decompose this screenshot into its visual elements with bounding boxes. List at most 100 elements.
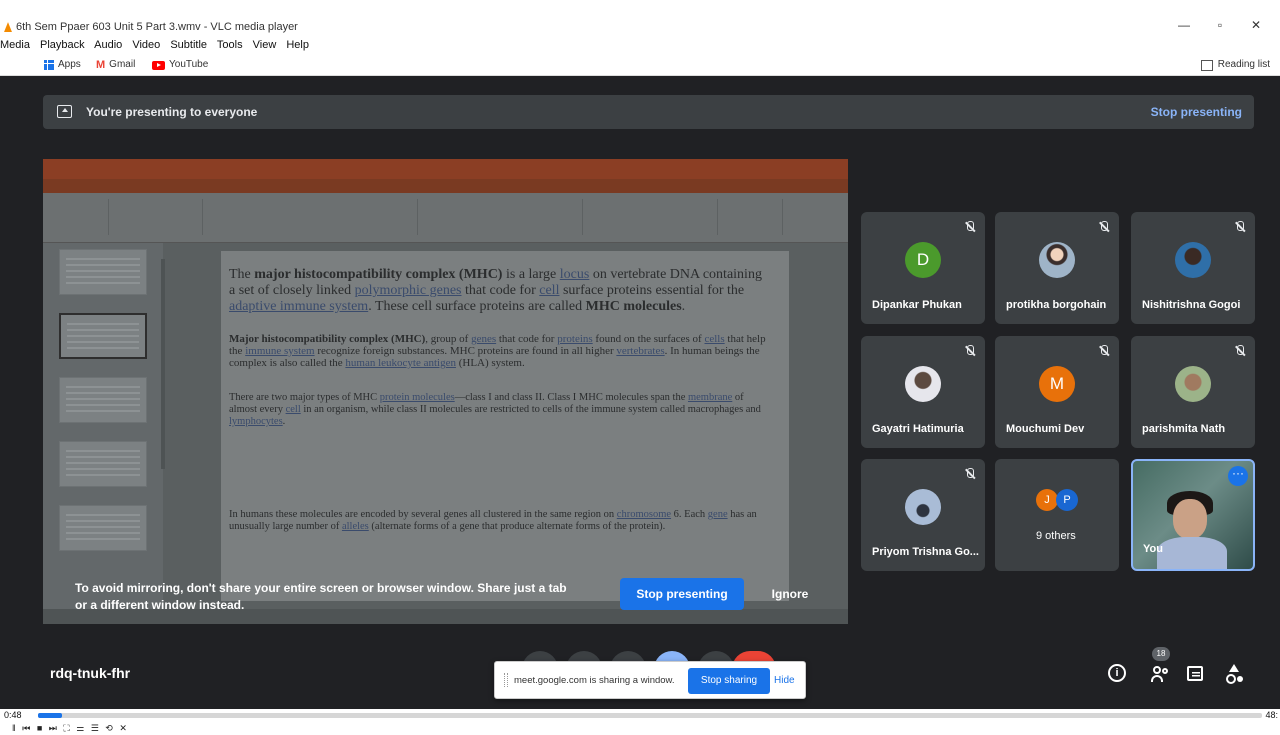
others-tile[interactable]: J P 9 others: [995, 459, 1119, 571]
elapsed-time: 0:48: [4, 710, 22, 720]
seek-bar[interactable]: [38, 713, 1262, 718]
people-count-badge: 18: [1152, 647, 1170, 661]
slide-thumbnail-selected: [59, 313, 147, 359]
info-icon[interactable]: i: [1108, 664, 1126, 682]
participant-tile[interactable]: M Mouchumi Dev: [995, 336, 1119, 448]
vlc-title-bar: 6th Sem Ppaer 603 Unit 5 Part 3.wmv - VL…: [0, 18, 1280, 36]
menu-video[interactable]: Video: [132, 39, 160, 51]
vlc-menu-bar: Media Playback Audio Video Subtitle Tool…: [0, 36, 1280, 54]
avatar: [1039, 242, 1075, 278]
avatar: P: [1056, 489, 1078, 511]
ppt-ribbon: [43, 193, 848, 243]
participant-tile[interactable]: protikha borgohain: [995, 212, 1119, 324]
close-button[interactable]: ✕: [1238, 18, 1274, 32]
menu-tools[interactable]: Tools: [217, 39, 243, 51]
self-label: You: [1143, 543, 1163, 555]
mic-off-icon: [1098, 221, 1109, 233]
mic-off-icon: [964, 468, 975, 480]
warning-stop-presenting-button[interactable]: Stop presenting: [620, 578, 744, 610]
slide-thumbnail: [59, 441, 147, 487]
window-title: 6th Sem Ppaer 603 Unit 5 Part 3.wmv - VL…: [16, 21, 298, 33]
vlc-controls[interactable]: ‖ ⏮ ■ ⏭ ⛶ ⚌ ☰ ⟲ ✕: [0, 722, 1280, 735]
menu-view[interactable]: View: [253, 39, 277, 51]
mic-off-icon: [1234, 345, 1245, 357]
mirroring-warning: To avoid mirroring, don't share your ent…: [75, 580, 567, 614]
bookmark-youtube-label: YouTube: [169, 59, 209, 70]
avatar: [1175, 366, 1211, 402]
activities-icon[interactable]: [1225, 664, 1243, 684]
warning-ignore-button[interactable]: Ignore: [760, 578, 820, 610]
ppt-scrollbar: [161, 259, 165, 469]
slide-thumbnail: [59, 249, 147, 295]
slide-thumbnail: [59, 377, 147, 423]
vlc-seek-row: 0:48 48:: [0, 709, 1280, 722]
youtube-icon: [152, 60, 165, 70]
more-options-icon[interactable]: ···: [1228, 466, 1248, 486]
reading-list-button[interactable]: Reading list: [1200, 54, 1270, 76]
menu-audio[interactable]: Audio: [94, 39, 122, 51]
slide-paragraph-1: The major histocompatibility complex (MH…: [229, 267, 762, 314]
participant-name: Mouchumi Dev: [1006, 423, 1085, 435]
chat-icon[interactable]: [1187, 666, 1203, 681]
self-video-tile[interactable]: ··· You: [1131, 459, 1255, 571]
total-time: 48:: [1265, 710, 1278, 720]
meet-area: You're presenting to everyone Stop prese…: [0, 77, 1280, 709]
hide-button[interactable]: Hide: [774, 662, 795, 700]
avatar: D: [905, 242, 941, 278]
bookmark-gmail[interactable]: M Gmail: [96, 54, 135, 76]
participant-name: parishmita Nath: [1142, 423, 1226, 435]
participant-name: Nishitrishna Gogoi: [1142, 299, 1241, 311]
participant-tile[interactable]: parishmita Nath: [1131, 336, 1255, 448]
people-icon[interactable]: [1151, 664, 1169, 682]
slide-paragraph-3: There are two major types of MHC protein…: [229, 392, 761, 427]
others-label: 9 others: [1036, 530, 1076, 542]
reading-list-icon: [1200, 59, 1213, 71]
shared-screen: The major histocompatibility complex (MH…: [43, 159, 848, 624]
presenting-text: You're presenting to everyone: [86, 105, 258, 119]
participant-tile[interactable]: Gayatri Hatimuria: [861, 336, 985, 448]
present-screen-icon: [57, 105, 72, 118]
avatar: M: [1039, 366, 1075, 402]
participant-tile[interactable]: Priyom Trishna Go...: [861, 459, 985, 571]
apps-grid-icon: [44, 60, 54, 70]
participant-tile[interactable]: Nishitrishna Gogoi: [1131, 212, 1255, 324]
avatar: [1175, 242, 1211, 278]
participant-name: Dipankar Phukan: [872, 299, 962, 311]
top-margin: [0, 0, 1280, 18]
sharing-indicator-bar: meet.google.com is sharing a window. Sto…: [494, 661, 806, 699]
presenting-banner: You're presenting to everyone Stop prese…: [43, 95, 1254, 129]
participant-tile[interactable]: D Dipankar Phukan: [861, 212, 985, 324]
menu-media[interactable]: Media: [0, 39, 30, 51]
bookmark-youtube[interactable]: YouTube: [152, 54, 208, 76]
participant-name: Gayatri Hatimuria: [872, 423, 964, 435]
mic-off-icon: [1098, 345, 1109, 357]
sharing-message: meet.google.com is sharing a window.: [514, 675, 675, 686]
drag-handle[interactable]: [504, 673, 508, 687]
slide-paragraph-4: In humans these molecules are encoded by…: [229, 509, 757, 532]
screen: 6th Sem Ppaer 603 Unit 5 Part 3.wmv - VL…: [0, 0, 1280, 735]
seek-progress: [38, 713, 63, 718]
menu-subtitle[interactable]: Subtitle: [170, 39, 207, 51]
bookmark-apps-label: Apps: [58, 59, 81, 70]
ppt-title-bar: [43, 159, 848, 179]
ppt-ribbon-tabs: [43, 179, 848, 193]
ppt-thumbnail-pane: [43, 243, 163, 624]
mic-off-icon: [964, 345, 975, 357]
avatar: [905, 366, 941, 402]
stop-presenting-link[interactable]: Stop presenting: [1151, 95, 1242, 129]
mic-off-icon: [1234, 221, 1245, 233]
avatar: J: [1036, 489, 1058, 511]
slide-paragraph-2: Major histocompatibility complex (MHC), …: [229, 333, 766, 369]
window-controls: — ▫ ✕: [1166, 18, 1274, 36]
meeting-code: rdq-tnuk-fhr: [50, 665, 131, 681]
minimize-button[interactable]: —: [1166, 18, 1202, 32]
slide-thumbnail: [59, 505, 147, 551]
maximize-button[interactable]: ▫: [1202, 18, 1238, 32]
bookmark-apps[interactable]: Apps: [44, 54, 81, 76]
stop-sharing-button[interactable]: Stop sharing: [688, 668, 770, 694]
bookmarks-bar: Apps M Gmail YouTube Reading list: [0, 54, 1280, 76]
reading-list-label: Reading list: [1217, 59, 1270, 70]
mic-off-icon: [964, 221, 975, 233]
menu-help[interactable]: Help: [286, 39, 309, 51]
menu-playback[interactable]: Playback: [40, 39, 85, 51]
